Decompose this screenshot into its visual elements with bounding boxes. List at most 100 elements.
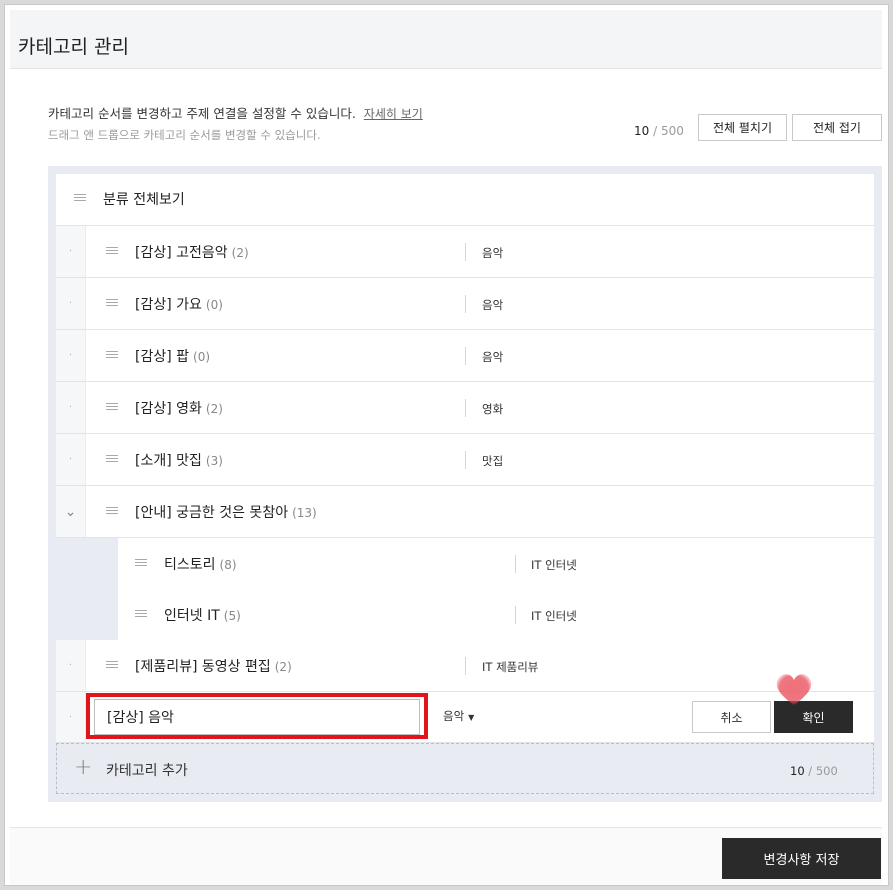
subcategory-subject: IT 인터넷 <box>531 609 577 623</box>
divider <box>465 347 466 365</box>
category-list: 분류 전체보기 · [감상] 고전음악(2) 음악 · [감상] 가요(0) <box>56 174 874 743</box>
drag-handle-icon[interactable] <box>106 299 118 308</box>
category-name[interactable]: [제품리뷰] 동영상 편집 (2) <box>135 656 292 676</box>
category-subject: 음악 <box>482 350 504 364</box>
category-title: [제품리뷰] 동영상 편집 <box>135 659 271 675</box>
category-post-count: (13) <box>292 506 317 520</box>
category-panel: 분류 전체보기 · [감상] 고전음악(2) 음악 · [감상] 가요(0) <box>48 166 882 802</box>
save-changes-button[interactable]: 변경사항 저장 <box>722 838 881 879</box>
category-row[interactable]: · [제품리뷰] 동영상 편집 (2) IT 제품리뷰 <box>56 640 874 692</box>
subcategory-name[interactable]: 인터넷 IT (5) <box>164 605 241 625</box>
detail-link[interactable]: 자세히 보기 <box>364 107 423 121</box>
category-title: [감상] 고전음악 <box>135 245 228 261</box>
category-row[interactable]: · [감상] 고전음악 (2) 음악 <box>56 226 874 278</box>
subject-dropdown[interactable]: 음악 ▼ <box>443 708 474 724</box>
category-post-count: (2) <box>231 246 249 260</box>
category-edit-row: · 음악▼ 취소 확인 <box>56 674 874 743</box>
category-row[interactable]: · [소개] 맛집 (3) 맛집 <box>56 434 874 486</box>
root-category-row[interactable]: 분류 전체보기 <box>56 174 874 226</box>
caret-down-icon: ▼ <box>468 713 475 722</box>
category-name[interactable]: [감상] 가요 (0) <box>135 294 223 314</box>
category-name[interactable]: [안내] 궁금한 것은 못참아 (13) <box>135 502 317 522</box>
category-title: [안내] 궁금한 것은 못참아 <box>135 505 289 521</box>
category-title: [감상] 영화 <box>135 401 202 417</box>
page-header: 카테고리 관리 <box>10 10 882 69</box>
category-name[interactable]: [감상] 팝 (0) <box>135 346 210 366</box>
expand-toggle[interactable]: · <box>56 692 86 742</box>
drag-handle-icon[interactable] <box>106 661 118 670</box>
category-row[interactable]: · [감상] 팝 (0) 음악 <box>56 330 874 382</box>
intro-line-2: 드래그 앤 드롭으로 카테고리 순서를 변경할 수 있습니다. <box>48 128 321 142</box>
page-title: 카테고리 관리 <box>18 36 129 58</box>
drag-handle-icon[interactable] <box>106 507 118 516</box>
drag-handle-icon[interactable] <box>106 403 118 412</box>
expand-toggle[interactable]: · <box>56 382 86 433</box>
category-post-count: (0) <box>205 298 223 312</box>
drag-handle-icon[interactable] <box>106 455 118 464</box>
cancel-button[interactable]: 취소 <box>692 701 771 733</box>
window-frame: 카테고리 관리 카테고리 순서를 변경하고 주제 연결을 설정할 수 있습니다.… <box>0 0 893 890</box>
category-post-count: (3) <box>205 454 223 468</box>
divider <box>465 243 466 261</box>
confirm-button[interactable]: 확인 <box>774 701 853 733</box>
divider <box>465 451 466 469</box>
drag-handle-icon[interactable] <box>106 351 118 360</box>
subcategory-post-count: (5) <box>223 609 241 623</box>
drag-handle-icon[interactable] <box>106 247 118 256</box>
counter-current: 10 <box>634 124 650 138</box>
category-title: [감상] 가요 <box>135 297 202 313</box>
expand-toggle[interactable]: · <box>56 330 86 381</box>
content-area: 카테고리 순서를 변경하고 주제 연결을 설정할 수 있습니다. 자세히 보기 드… <box>10 69 882 828</box>
add-category-row[interactable]: + 카테고리 추가 10 / 500 <box>56 743 874 794</box>
category-name[interactable]: [소개] 맛집 (3) <box>135 450 223 470</box>
category-name[interactable]: [감상] 영화 (2) <box>135 398 223 418</box>
subcategory-name[interactable]: 티스토리 (8) <box>164 554 237 574</box>
expand-toggle[interactable]: · <box>56 278 86 329</box>
subcategory-content: 티스토리 (8) IT 인터넷 <box>118 538 874 590</box>
drag-handle-icon[interactable] <box>135 559 147 568</box>
expand-toggle[interactable]: · <box>56 226 86 277</box>
drag-handle-icon[interactable] <box>135 610 147 619</box>
category-row-expanded[interactable]: ⌄ [안내] 궁금한 것은 못참아 (13) <box>56 486 874 538</box>
intro-description: 카테고리 순서를 변경하고 주제 연결을 설정할 수 있습니다. 자세히 보기 <box>48 103 423 122</box>
add-category-counter: 10 / 500 <box>790 764 838 778</box>
category-counter: 10 / 500 <box>634 124 684 138</box>
subcategory-indent <box>56 538 118 589</box>
drag-handle-icon[interactable] <box>74 194 86 203</box>
subcategory-title: 인터넷 IT <box>164 608 220 624</box>
subcategory-title: 티스토리 <box>164 557 216 573</box>
counter-max: / 500 <box>653 124 684 138</box>
subcategory-content: 인터넷 IT (5) IT 인터넷 <box>118 589 874 641</box>
category-subject: 음악 <box>482 298 504 312</box>
subcategory-indent <box>56 589 118 640</box>
category-post-count: (0) <box>193 350 211 364</box>
divider <box>465 657 466 675</box>
category-title: [감상] 팝 <box>135 349 190 365</box>
subject-selected: 음악 <box>443 709 465 723</box>
category-name-input[interactable] <box>94 699 420 735</box>
collapse-all-button[interactable]: 전체 접기 <box>792 114 882 141</box>
category-name[interactable]: [감상] 고전음악 (2) <box>135 242 249 262</box>
add-counter-max: / 500 <box>808 764 838 778</box>
category-post-count: (2) <box>274 660 292 674</box>
plus-icon: + <box>74 755 93 780</box>
subcategory-row[interactable]: 인터넷 IT (5) IT 인터넷 <box>56 589 874 641</box>
category-subject: 영화 <box>482 402 504 416</box>
divider <box>515 555 516 573</box>
intro-line-1: 카테고리 순서를 변경하고 주제 연결을 설정할 수 있습니다. <box>48 106 356 121</box>
subcategory-subject: IT 인터넷 <box>531 558 577 572</box>
subcategory-row[interactable]: 티스토리 (8) IT 인터넷 <box>56 538 874 590</box>
chevron-down-icon[interactable]: ⌄ <box>56 486 86 537</box>
expand-toggle[interactable]: · <box>56 434 86 485</box>
category-post-count: (2) <box>205 402 223 416</box>
divider <box>465 399 466 417</box>
category-row[interactable]: · [감상] 가요 (0) 음악 <box>56 278 874 330</box>
subcategory-post-count: (8) <box>219 558 237 572</box>
expand-all-button[interactable]: 전체 펼치기 <box>698 114 787 141</box>
root-category-label: 분류 전체보기 <box>103 192 185 208</box>
divider <box>515 606 516 624</box>
category-page: 카테고리 관리 카테고리 순서를 변경하고 주제 연결을 설정할 수 있습니다.… <box>10 10 882 885</box>
expand-toggle[interactable]: · <box>56 640 86 691</box>
category-row[interactable]: · [감상] 영화 (2) 영화 <box>56 382 874 434</box>
category-subject: IT 제품리뷰 <box>482 660 539 674</box>
